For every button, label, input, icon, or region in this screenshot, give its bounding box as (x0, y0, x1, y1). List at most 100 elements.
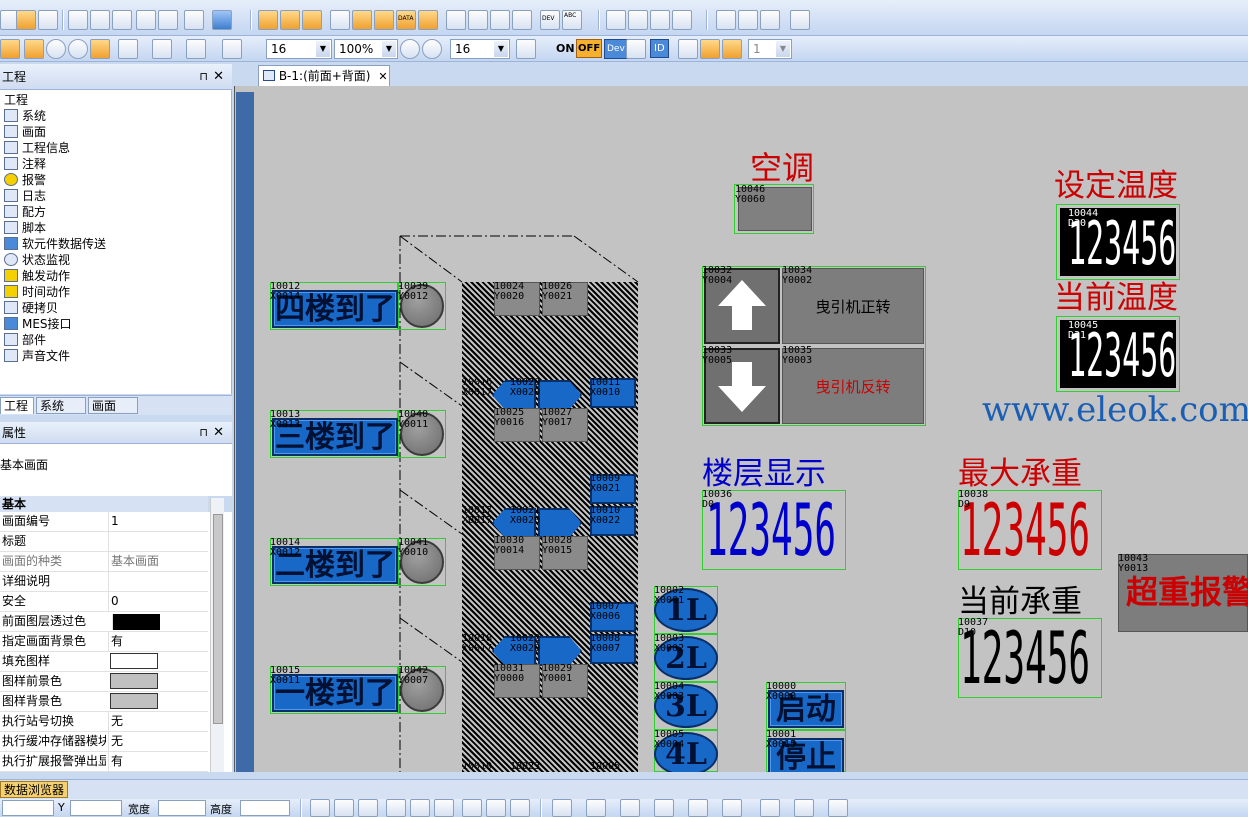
draw-icon[interactable] (0, 39, 20, 59)
tool-icon[interactable] (790, 10, 810, 30)
open-folder-icon[interactable] (16, 10, 36, 30)
pin-icon[interactable]: ⊓ (199, 422, 208, 444)
on-label[interactable]: ON (556, 42, 575, 55)
property-value[interactable]: 有 (108, 632, 208, 651)
tree-item-status-monitor[interactable]: 状态监视 (4, 252, 70, 268)
property-row[interactable]: 执行扩展报警弹出显有 (0, 752, 208, 772)
property-value[interactable] (108, 532, 208, 551)
layer-back-icon[interactable] (700, 39, 720, 59)
align-center-icon[interactable] (334, 799, 354, 817)
tab-screen[interactable]: 画面 (88, 397, 138, 414)
color-swatch-gray[interactable] (110, 693, 158, 709)
property-row[interactable]: 标题 (0, 532, 208, 552)
distribute-h-icon[interactable] (462, 799, 482, 817)
scroll-thumb[interactable] (213, 514, 223, 724)
pen-icon[interactable] (620, 799, 640, 817)
cut-icon[interactable] (68, 10, 88, 30)
window-overlap-icon[interactable] (302, 10, 322, 30)
simulate2-icon[interactable] (628, 10, 648, 30)
property-row[interactable]: 画面编号 1 (0, 512, 208, 532)
back-icon[interactable] (46, 39, 66, 59)
abc-icon[interactable]: ABC (562, 10, 582, 30)
list-icon[interactable] (352, 10, 372, 30)
dev-toggle[interactable]: Dev (604, 39, 628, 59)
align-right-icon[interactable] (358, 799, 378, 817)
tree-item-system[interactable]: 系统 (4, 108, 46, 124)
device-icon[interactable]: DEV (540, 10, 560, 30)
tree-item-alarm[interactable]: 报警 (4, 172, 46, 188)
chevron-down-icon[interactable]: ▼ (382, 41, 396, 57)
brush-icon[interactable] (510, 799, 530, 817)
paint-icon[interactable] (722, 799, 742, 817)
screen-icon[interactable] (258, 10, 278, 30)
folder-icon[interactable] (24, 39, 44, 59)
property-row[interactable]: 填充图样 (0, 652, 208, 672)
list2-icon[interactable] (374, 10, 394, 30)
property-value[interactable]: 有 (108, 752, 208, 771)
height-field[interactable] (240, 800, 290, 816)
search-icon[interactable] (418, 10, 438, 30)
grid-size-combo[interactable]: 16 ▼ (450, 39, 510, 59)
zoom-combo[interactable]: 100% ▼ (334, 39, 398, 59)
window-icon[interactable] (280, 10, 300, 30)
line-width-icon[interactable] (586, 799, 606, 817)
copy-icon[interactable] (90, 10, 110, 30)
zoom-out-icon[interactable] (422, 39, 442, 59)
undo-icon[interactable] (136, 10, 156, 30)
font-size-combo[interactable]: 16 ▼ (266, 39, 332, 59)
property-row[interactable]: 图样前景色 (0, 672, 208, 692)
tree-item-log[interactable]: 日志 (4, 188, 46, 204)
property-row[interactable]: 画面的种类 基本画面 (0, 552, 208, 572)
tree-item-script[interactable]: 脚本 (4, 220, 46, 236)
color-swatch-gray[interactable] (110, 673, 158, 689)
align-middle-icon[interactable] (410, 799, 430, 817)
tree-item-recipe[interactable]: 配方 (4, 204, 46, 220)
property-row[interactable]: 安全 0 (0, 592, 208, 612)
select-cursor-icon[interactable] (184, 10, 204, 30)
check-icon[interactable] (650, 10, 670, 30)
tab-system[interactable]: 系统 (36, 397, 86, 414)
color-swatch-white[interactable] (110, 653, 158, 669)
comment-icon[interactable] (626, 39, 646, 59)
cascade-icon[interactable] (468, 10, 488, 30)
shape-icon[interactable] (654, 799, 674, 817)
align-left-icon[interactable] (310, 799, 330, 817)
property-value[interactable]: 无 (108, 732, 208, 751)
paste-icon[interactable] (112, 10, 132, 30)
home-icon[interactable] (90, 39, 110, 59)
tree-item-parts[interactable]: 部件 (4, 332, 46, 348)
zoom-area-icon[interactable] (222, 39, 242, 59)
property-row[interactable]: 前面图层透过色 (0, 612, 208, 632)
tree-item-screen[interactable]: 画面 (4, 124, 46, 140)
hatch-icon[interactable] (688, 799, 708, 817)
close-icon[interactable]: ✕ (213, 422, 224, 444)
simulate-icon[interactable] (606, 10, 626, 30)
color-swatch-black[interactable] (112, 614, 160, 630)
align-top-icon[interactable] (386, 799, 406, 817)
refresh-icon[interactable] (512, 10, 532, 30)
chevron-down-icon[interactable]: ▼ (776, 41, 790, 57)
align-bottom-icon[interactable] (434, 799, 454, 817)
chevron-down-icon[interactable]: ▼ (316, 41, 330, 57)
distribute-v-icon[interactable] (486, 799, 506, 817)
save-icon[interactable] (38, 10, 58, 30)
y-field[interactable] (70, 800, 122, 816)
layer-front-icon[interactable] (678, 39, 698, 59)
width-field[interactable] (158, 800, 206, 816)
line-style-icon[interactable] (552, 799, 572, 817)
text-color-icon[interactable] (760, 799, 780, 817)
close-icon[interactable]: ✕ (378, 70, 387, 83)
tree-item-sound[interactable]: 声音文件 (4, 348, 70, 364)
layer-both-icon[interactable] (722, 39, 742, 59)
tree-item-trigger-action[interactable]: 触发动作 (4, 268, 70, 284)
tree-item-comment[interactable]: 注释 (4, 156, 46, 172)
property-row[interactable]: 执行站号切换 无 (0, 712, 208, 732)
tab-project[interactable]: 工程 (0, 397, 34, 414)
fill-icon[interactable] (186, 39, 206, 59)
tab-data-browser[interactable]: 数据浏览器 (0, 781, 69, 798)
property-value[interactable]: 0 (108, 592, 208, 611)
close-icon[interactable]: ✕ (213, 64, 224, 90)
redo-icon[interactable] (158, 10, 178, 30)
property-row[interactable]: 指定画面背景色 有 (0, 632, 208, 652)
property-value[interactable]: 1 (108, 512, 208, 531)
